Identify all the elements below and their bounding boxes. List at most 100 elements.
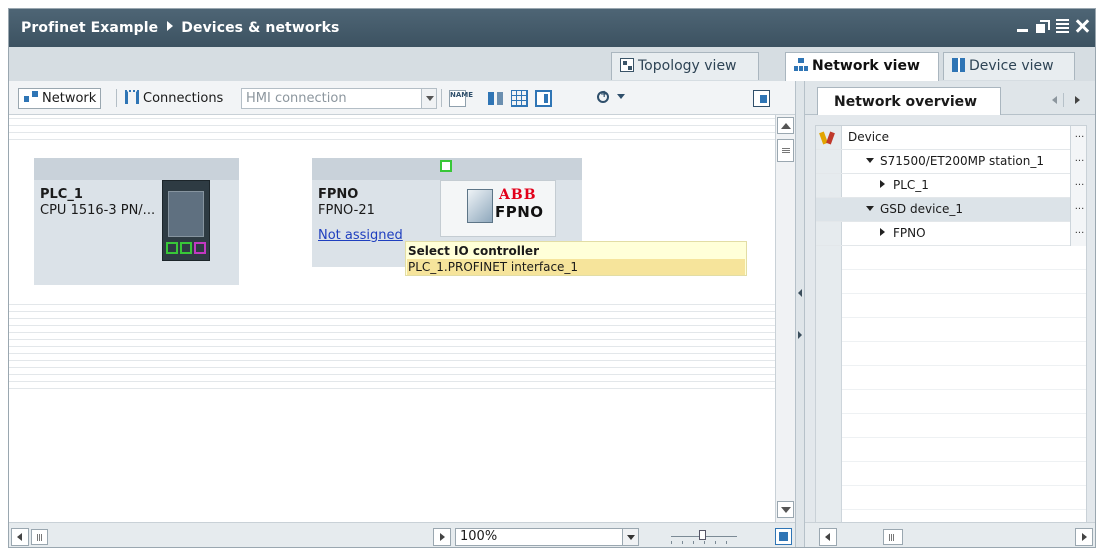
connections-icon [125,90,139,104]
scroll-up-icon[interactable] [777,117,794,134]
scroll-left-icon[interactable] [11,528,29,546]
device-pair-icon[interactable] [487,90,504,107]
connections-button[interactable]: Connections [121,88,227,109]
row-options-button[interactable]: ... [1070,150,1086,174]
show-overview-icon[interactable] [753,90,770,107]
name-icon[interactable]: NAME [449,90,473,107]
abb-logo: ABB [499,187,537,203]
row-text: FPNO [893,226,926,240]
table-row[interactable]: FPNO ... [816,222,1086,246]
scroll-right-icon[interactable] [1075,528,1093,546]
maximize-icon[interactable] [1056,19,1069,33]
horizontal-scroll-thumb[interactable] [31,529,48,545]
collapse-left-icon[interactable] [798,289,802,297]
chevron-down-icon[interactable] [622,529,638,545]
canvas-line [9,125,775,126]
row-label: GSD device_1 [866,202,963,216]
tab-device-view[interactable]: Device view [943,52,1075,80]
row-text: GSD device_1 [880,202,964,216]
expanded-icon[interactable] [866,206,874,211]
device-header [34,158,239,180]
network-overview-pane: Network overview Device ... S71500/ET200… [805,81,1095,547]
io-controller-option[interactable]: PLC_1.PROFINET interface_1 [407,259,745,275]
canvas-line [9,332,775,333]
table-row[interactable]: GSD device_1 ... [816,198,1086,222]
zoom-slider[interactable] [671,530,737,544]
row-options-button[interactable]: ... [1070,222,1086,246]
canvas-line [9,311,775,312]
tab-prev-icon[interactable] [1047,91,1063,109]
plc-ports [166,242,206,254]
plc-display [168,191,204,237]
table-row[interactable]: S71500/ET200MP station_1 ... [816,150,1086,174]
canvas-line [9,388,775,389]
connection-type-select[interactable]: HMI connection [241,88,437,109]
collapsed-icon[interactable] [880,228,885,236]
panel-icon[interactable] [535,90,552,107]
interface-port-icon[interactable] [440,160,452,172]
canvas-vertical-scrollbar[interactable] [775,115,795,522]
scroll-left-icon[interactable] [819,528,837,546]
plc-device[interactable]: PLC_1 CPU 1516-3 PN/... [34,158,239,285]
canvas-line [9,381,775,382]
table-row[interactable]: PLC_1 ... [816,174,1086,198]
title-bar: Profinet Example Devices & networks [9,9,1095,47]
canvas-line [9,346,775,347]
breadcrumb-arrow-icon [167,21,174,31]
network-canvas[interactable]: PLC_1 CPU 1516-3 PN/... FPNO FPNO-21 Not… [9,115,775,522]
not-assigned-link[interactable]: Not assigned [318,228,403,243]
row-text: PLC_1 [893,178,929,192]
canvas-line [9,132,775,133]
canvas-line [9,353,775,354]
port-icon[interactable] [180,242,192,254]
row-options-button[interactable]: ... [1070,198,1086,222]
slider-knob[interactable] [699,530,706,540]
network-icon [23,91,39,104]
plc-cpu-image[interactable] [162,180,210,261]
overview-navigation-icon[interactable] [775,528,792,545]
tab-topology-view[interactable]: Topology view [611,52,759,80]
tab-next-icon[interactable] [1069,91,1085,109]
minimize-icon[interactable] [1016,19,1029,33]
tab-nav-separator [1063,93,1064,107]
slider-ticks [671,541,737,544]
grid-icon[interactable] [511,90,528,107]
network-button[interactable]: Network [18,88,102,109]
close-icon[interactable] [1076,19,1089,33]
scroll-thumb[interactable] [777,139,794,162]
tab-network-overview[interactable]: Network overview [817,87,1001,115]
float-icon[interactable] [1036,19,1050,33]
column-options-button[interactable]: ... [1070,126,1086,150]
fpno-name: FPNO [318,187,359,202]
tab-topology-label: Topology view [638,58,737,74]
plc-type: CPU 1516-3 PN/... [40,203,156,218]
scroll-right-icon[interactable] [433,528,451,546]
column-header-device[interactable]: Device [848,130,889,144]
tab-network-view[interactable]: Network view [785,52,939,81]
network-button-label: Network [42,91,97,106]
editor-toolbar: Network Connections HMI connection NAME [9,81,795,115]
row-label: FPNO [880,226,926,240]
title-project: Profinet Example [21,20,159,36]
pane-splitter[interactable] [795,81,805,547]
fpno-image[interactable]: ABB FPNO [440,160,556,237]
device-icon [820,130,836,146]
zoom-dropdown-icon[interactable] [617,94,625,99]
chevron-down-icon[interactable] [421,89,436,108]
collapsed-icon[interactable] [880,180,885,188]
zoom-icon[interactable] [597,89,609,103]
horizontal-scroll-thumb[interactable] [883,529,903,545]
zoom-value: 100% [460,529,498,544]
scroll-down-icon[interactable] [777,501,794,518]
zoom-select[interactable]: 100% [455,528,639,546]
connection-type-value: HMI connection [246,91,347,106]
port-icon[interactable] [194,242,206,254]
overview-table: Device ... S71500/ET200MP station_1 ... … [815,125,1087,525]
port-icon[interactable] [166,242,178,254]
device-view-icon [952,58,965,72]
view-tabs: Topology view Network view Device view [9,47,1095,81]
expanded-icon[interactable] [866,158,874,163]
canvas-line [9,367,775,368]
row-options-button[interactable]: ... [1070,174,1086,198]
collapse-right-icon[interactable] [798,331,802,339]
